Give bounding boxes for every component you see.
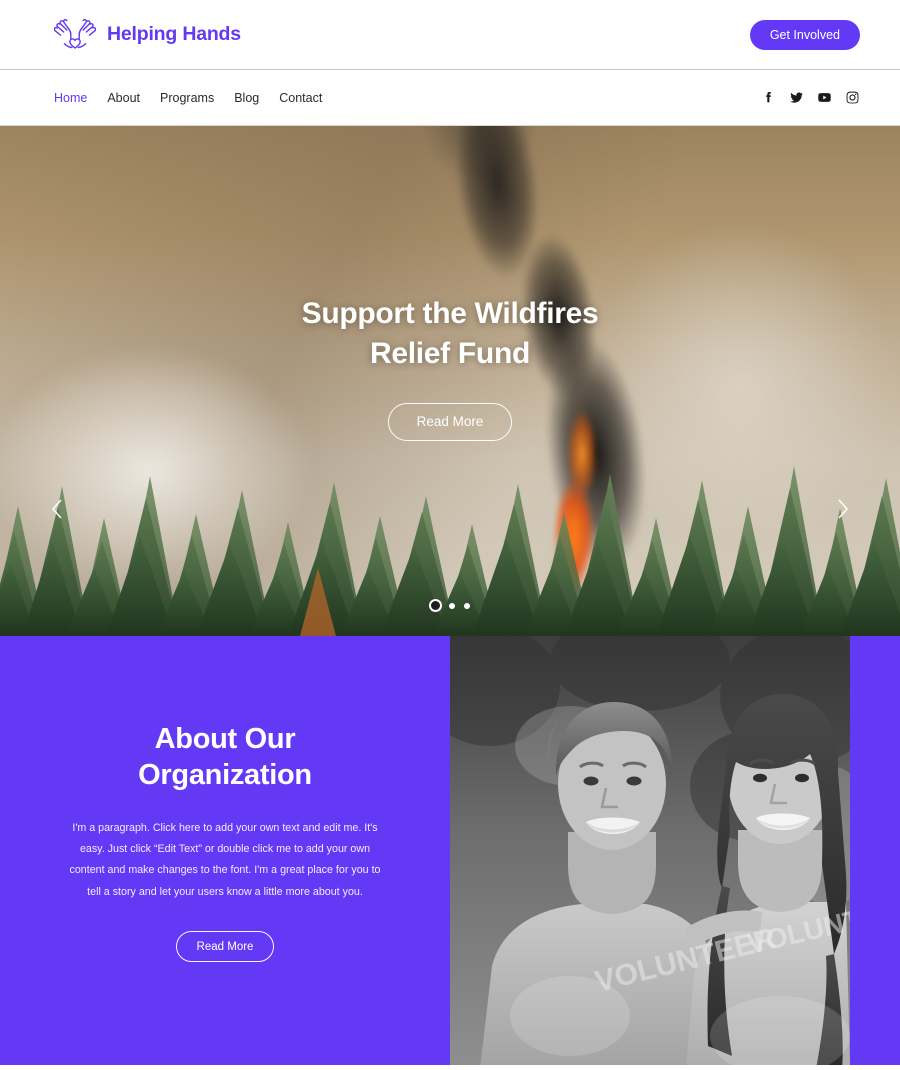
nav-item-programs[interactable]: Programs [160,91,214,105]
about-read-more-button[interactable]: Read More [175,931,275,963]
hero-title: Support the Wildfires Relief Fund [302,294,599,374]
brand-name: Helping Hands [107,23,241,45]
footer-strip [0,1065,900,1069]
nav-item-home[interactable]: Home [54,91,87,105]
carousel-dots [0,601,900,610]
nav-links: Home About Programs Blog Contact [54,91,322,105]
about-title: About Our Organization [138,721,312,794]
main-navigation: Home About Programs Blog Contact [0,70,900,126]
hands-heart-icon [54,18,96,51]
instagram-icon[interactable] [845,90,860,105]
about-section: About Our Organization I'm a paragraph. … [0,636,900,1069]
carousel-prev-arrow[interactable] [44,496,70,522]
hero-read-more-button[interactable]: Read More [387,402,513,441]
about-title-line-1: About Our [154,723,296,755]
get-involved-button[interactable]: Get Involved [749,19,860,50]
hero-content: Support the Wildfires Relief Fund Read M… [0,294,900,441]
twitter-icon[interactable] [789,90,804,105]
about-photo: VOLUNTEER VOLUNTEER [450,636,850,1069]
youtube-icon[interactable] [817,90,832,105]
page-root: Helping Hands Get Involved Home About Pr… [0,0,900,1070]
about-title-line-2: Organization [138,759,312,792]
about-paragraph: I'm a paragraph. Click here to add your … [69,821,381,898]
social-links [761,90,860,105]
hero-title-line-1: Support the Wildfires [301,297,599,330]
facebook-icon[interactable] [761,90,776,105]
carousel-dot-1[interactable] [430,601,440,610]
site-header: Helping Hands Get Involved [0,0,900,70]
carousel-next-arrow[interactable] [830,496,856,522]
nav-item-contact[interactable]: Contact [279,91,322,105]
brand-logo[interactable]: Helping Hands [54,18,241,51]
nav-item-blog[interactable]: Blog [234,91,259,105]
hero-title-line-2: Relief Fund [369,336,530,370]
about-text-column: About Our Organization I'm a paragraph. … [0,636,450,1069]
carousel-dot-2[interactable] [448,602,455,609]
hero-carousel: Support the Wildfires Relief Fund Read M… [0,126,900,636]
carousel-dot-3[interactable] [463,602,470,609]
nav-item-about[interactable]: About [107,91,140,105]
